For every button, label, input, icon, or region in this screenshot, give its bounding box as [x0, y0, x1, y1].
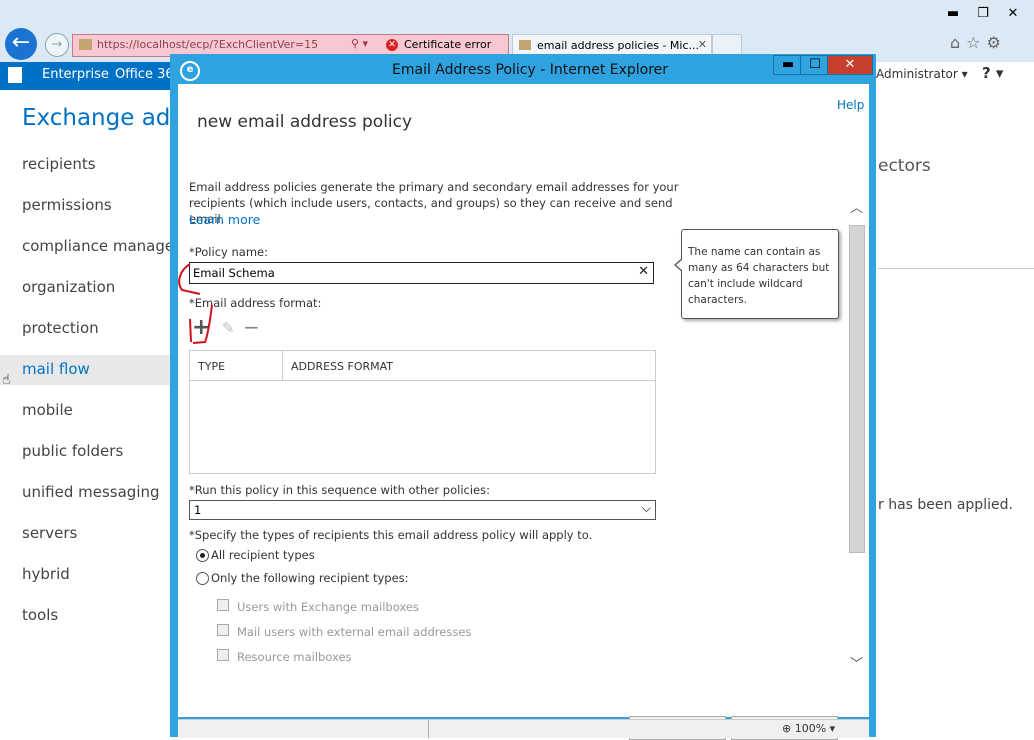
checkbox-label: Users with Exchange mailboxes — [237, 600, 419, 614]
sidebar-item-organization[interactable]: organization — [22, 278, 115, 296]
learn-more-link[interactable]: Learn more — [189, 212, 260, 227]
table-header: TYPE ADDRESS FORMAT — [190, 351, 655, 381]
sidebar-item-tools[interactable]: tools — [22, 606, 58, 624]
tooltip-text: The name can contain as many as 64 chara… — [688, 246, 830, 306]
sidebar-item-mail-flow[interactable]: mail flow — [22, 360, 90, 378]
radio-selected-dot — [200, 553, 205, 558]
background-status-text: r has been applied. — [878, 497, 1013, 513]
chevron-up-icon[interactable]: ︿ — [850, 197, 863, 216]
dialog-content: Help new email address policy Email addr… — [178, 84, 869, 740]
browser-window-controls: ▬ ❐ ✕ — [938, 4, 1028, 24]
user-menu[interactable]: Administrator ▾ — [876, 67, 968, 81]
zoom-level[interactable]: ⊕ 100% ▾ — [782, 722, 835, 735]
recipients-label: *Specify the types of recipients this em… — [189, 528, 593, 542]
close-icon[interactable]: ✕ — [827, 55, 873, 75]
checkbox-resource-mailboxes[interactable] — [217, 649, 229, 661]
tab-close-icon[interactable]: ✕ — [698, 38, 707, 51]
column-header-type[interactable]: TYPE — [198, 360, 225, 373]
radio-all-label[interactable]: All recipient types — [211, 548, 315, 562]
status-divider — [428, 720, 429, 738]
back-arrow-icon[interactable]: ← — [5, 28, 37, 60]
search-icon[interactable]: ⚲ ▾ — [351, 37, 368, 50]
checkbox-exchange-mailboxes[interactable] — [217, 599, 229, 611]
chevron-down-icon: ⌵ — [641, 501, 651, 515]
minimize-icon[interactable]: ▬ — [938, 4, 968, 24]
page-favicon-icon — [79, 39, 92, 50]
scrollbar[interactable]: ︿ ﹀ — [848, 197, 865, 672]
internet-explorer-icon: e — [180, 61, 200, 81]
restore-icon[interactable]: ❐ — [968, 4, 998, 24]
tooltip-arrow-fill — [676, 259, 683, 271]
user-menu-area: Administrator ▾ ? ▾ — [870, 62, 1034, 90]
radio-only-following[interactable] — [196, 572, 209, 585]
background-tab-label: ectors — [878, 156, 931, 176]
radio-all-recipients[interactable] — [196, 549, 209, 562]
maximize-icon[interactable]: ☐ — [800, 55, 830, 75]
certificate-error-label[interactable]: Certificate error — [404, 38, 491, 51]
clear-icon[interactable]: ✕ — [638, 264, 649, 279]
edit-pencil-icon[interactable]: ✎ — [222, 319, 235, 337]
close-icon[interactable]: ✕ — [998, 4, 1028, 24]
help-link[interactable]: Help — [837, 98, 864, 112]
checkbox-external-mail-users[interactable] — [217, 624, 229, 636]
status-bar: ⊕ 100% ▾ — [178, 719, 869, 738]
address-format-table: TYPE ADDRESS FORMAT — [189, 350, 656, 474]
office-logo-icon — [8, 67, 22, 83]
sidebar-item-protection[interactable]: protection — [22, 319, 99, 337]
email-format-label: *Email address format: — [189, 296, 322, 310]
sidebar-item-public-folders[interactable]: public folders — [22, 442, 123, 460]
sidebar-item-servers[interactable]: servers — [22, 524, 77, 542]
column-header-address-format[interactable]: ADDRESS FORMAT — [291, 360, 393, 373]
popup-window-title: Email Address Policy - Internet Explorer — [392, 62, 669, 78]
remove-icon[interactable]: − — [243, 317, 260, 337]
browser-tools-icons[interactable]: ⌂☆⚙ — [950, 33, 1007, 52]
sequence-value: 1 — [194, 503, 202, 517]
sidebar-item-unified-messaging[interactable]: unified messaging — [22, 483, 160, 501]
nav-enterprise[interactable]: Enterprise — [42, 67, 109, 82]
sidebar-item-recipients[interactable]: recipients — [22, 155, 96, 173]
zoom-value: 100% — [794, 722, 827, 735]
sequence-label: *Run this policy in this sequence with o… — [189, 483, 490, 497]
email-address-policy-window: e Email Address Policy - Internet Explor… — [170, 54, 876, 740]
hand-cursor-icon: ☝ — [2, 372, 11, 388]
tab-title: email address policies - Mic... — [537, 39, 700, 52]
policy-name-label: *Policy name: — [189, 245, 268, 259]
background-divider — [878, 268, 1034, 269]
dialog-heading: new email address policy — [197, 112, 413, 132]
policy-name-input[interactable]: Email Schema ✕ — [189, 262, 654, 284]
sidebar-item-permissions[interactable]: permissions — [22, 196, 112, 214]
policy-name-value: Email Schema — [193, 266, 275, 280]
policy-description: Email address policies generate the prim… — [189, 180, 679, 226]
sequence-select[interactable]: 1 ⌵ — [189, 500, 656, 520]
checkbox-label: Resource mailboxes — [237, 650, 352, 664]
sidebar-item-hybrid[interactable]: hybrid — [22, 565, 70, 583]
column-divider — [282, 351, 283, 380]
chevron-down-icon[interactable]: ﹀ — [850, 653, 863, 672]
policy-name-tooltip: The name can contain as many as 64 chara… — [674, 229, 839, 319]
checkbox-label: Mail users with external email addresses — [237, 625, 472, 639]
tab-favicon-icon — [519, 40, 531, 50]
minimize-icon[interactable]: ▬ — [773, 55, 803, 75]
radio-only-label[interactable]: Only the following recipient types: — [211, 571, 409, 585]
certificate-error-icon[interactable]: ✕ — [386, 39, 398, 51]
forward-arrow-icon[interactable]: → — [45, 33, 69, 57]
scrollbar-thumb[interactable] — [849, 225, 865, 553]
help-menu[interactable]: ? ▾ — [982, 64, 1003, 82]
address-url: https://localhost/ecp/?ExchClientVer=15 — [97, 38, 319, 51]
add-icon[interactable]: + — [192, 317, 210, 339]
sidebar-item-mobile[interactable]: mobile — [22, 401, 73, 419]
